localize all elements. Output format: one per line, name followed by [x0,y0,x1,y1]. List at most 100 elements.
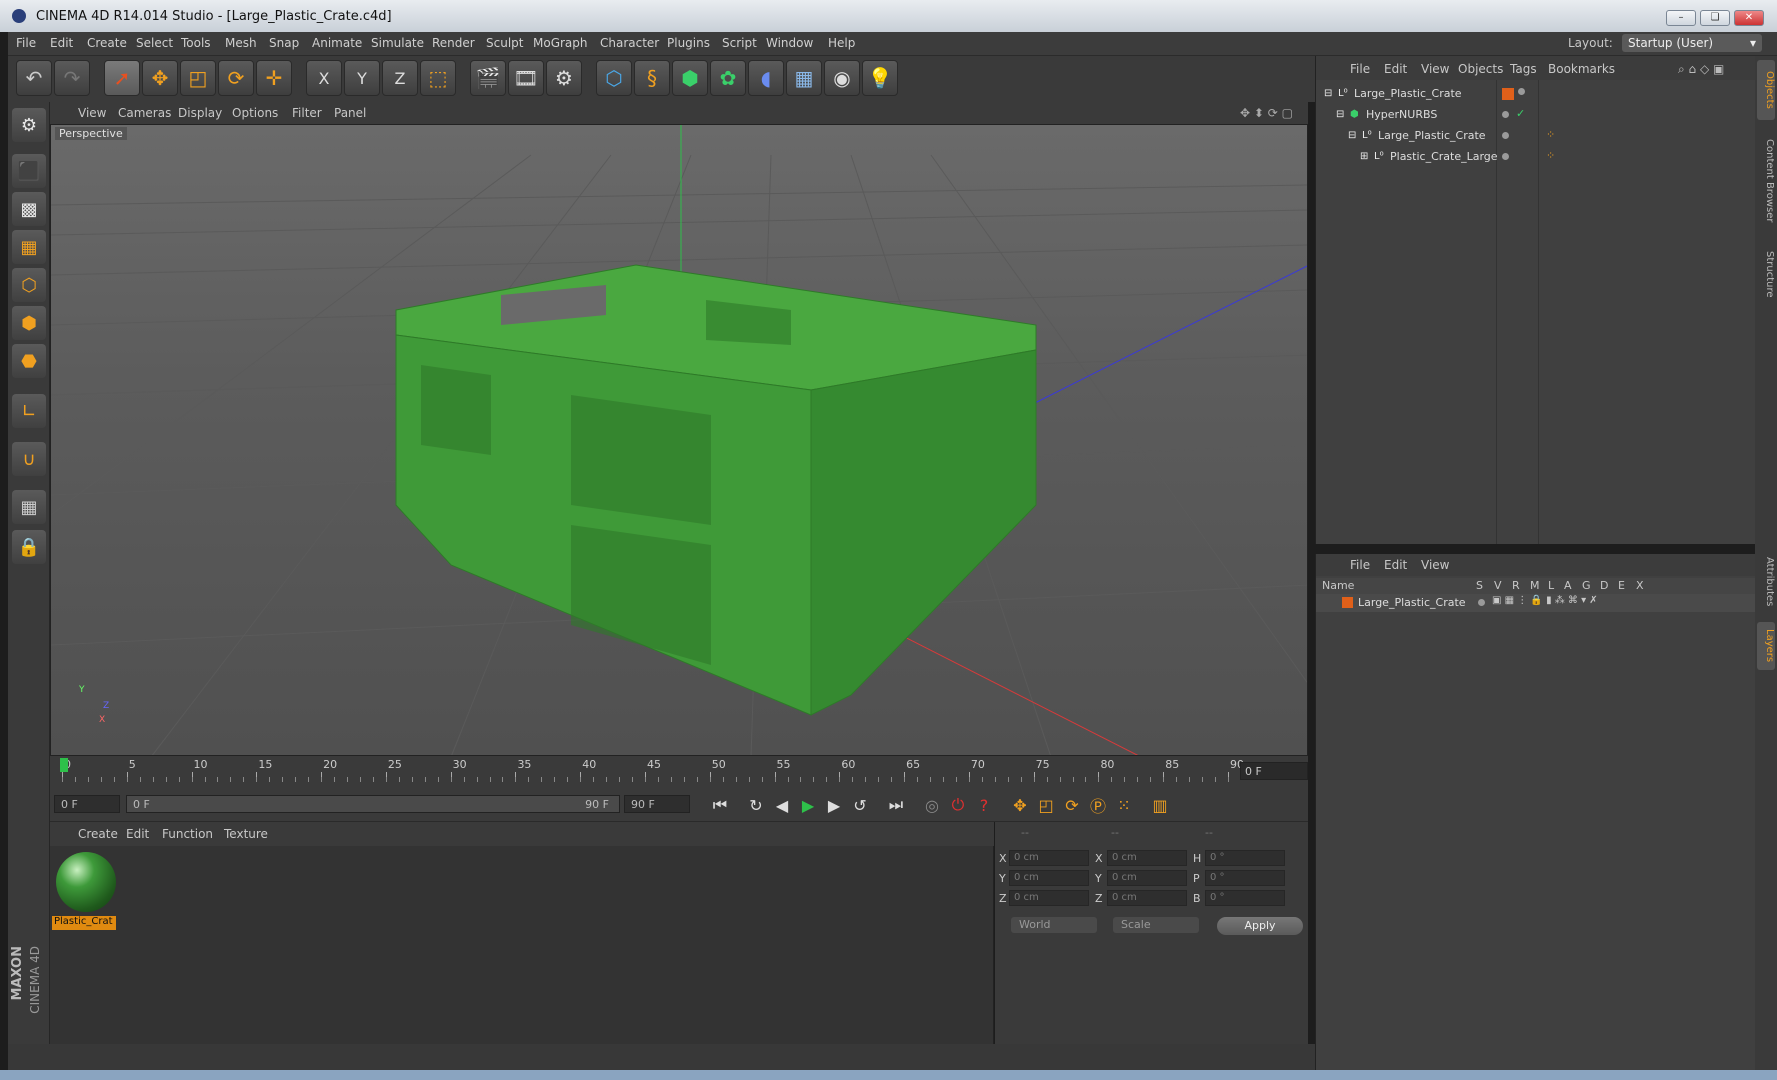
coordinate-mode-dropdown[interactable]: World [1011,917,1097,933]
model-mode-icon[interactable]: ⬛ [12,154,46,188]
menu-select[interactable]: Select [136,36,173,50]
tab-objects[interactable]: Objects [1757,60,1775,120]
column-xref[interactable]: X [1636,579,1644,592]
expand-icon[interactable]: ⊟ [1324,88,1336,100]
menu-animate[interactable]: Animate [312,36,362,50]
menu-edit[interactable]: Edit [50,36,73,50]
go-to-end-icon[interactable]: ⏭ [883,793,909,817]
enabled-check-icon[interactable]: ✓ [1516,107,1525,120]
layer-color-swatch[interactable] [1502,88,1514,100]
rotate-icon[interactable]: ⟳ [218,60,254,96]
menu-plugins[interactable]: Plugins [667,36,710,50]
edges-mode-icon[interactable]: ⬢ [12,306,46,340]
next-key-icon[interactable]: ↺ [847,793,873,817]
array-icon[interactable]: ✿ [710,60,746,96]
objects-menu-edit[interactable]: Edit [1384,62,1407,76]
timeline[interactable]: 051015202530354045505560657075808590 0 F [50,756,1308,786]
render-view-icon[interactable]: 🎬 [470,60,506,96]
viewport-menu-display[interactable]: Display [178,106,222,120]
material-menu-function[interactable]: Function [162,827,213,841]
viewport-nav-icons[interactable]: ✥ ⬍ ⟳ ▢ [1240,106,1293,120]
layer-color-swatch[interactable] [1342,597,1353,608]
frame-range-slider[interactable]: 0 F 90 F [126,795,620,813]
column-name[interactable]: Name [1322,579,1354,592]
previous-key-icon[interactable]: ↻ [743,793,769,817]
play-icon[interactable]: ▶ [795,793,821,817]
deformer-icon[interactable]: ◖ [748,60,784,96]
column-solo[interactable]: S [1476,579,1483,592]
minimize-button[interactable]: – [1666,10,1696,26]
menu-mograph[interactable]: MoGraph [533,36,588,50]
viewport-menu-cameras[interactable]: Cameras [118,106,171,120]
object-row[interactable]: ⊞ L⁰ Plastic_Crate_Large ⁘ [1316,147,1756,167]
objects-menu-objects[interactable]: Objects [1458,62,1503,76]
material-name[interactable]: Plastic_Crat [52,916,116,930]
live-selection-icon[interactable]: ➚ [104,60,140,96]
view-toggle-icon[interactable]: ▣ ▦ ⋮ 🔒 ▮ ⁂ ⌘ ▾ ✗ [1492,595,1598,606]
column-expressions[interactable]: E [1618,579,1625,592]
key-position-icon[interactable]: ✥ [1007,793,1033,817]
expand-icon[interactable]: ⊞ [1360,151,1372,163]
y-axis-icon[interactable]: Y [344,60,380,96]
tab-layers[interactable]: Layers [1757,622,1775,670]
render-picture-viewer-icon[interactable]: 🎞 [508,60,544,96]
layer-name[interactable]: Large_Plastic_Crate [1358,596,1466,609]
layers-menu-file[interactable]: File [1350,558,1370,572]
magnet-icon[interactable]: ∪ [12,442,46,476]
menu-window[interactable]: Window [766,36,813,50]
search-icon[interactable]: ⌕ ⌂ ◇ ▣ [1678,62,1724,77]
material-menu-create[interactable]: Create [78,827,118,841]
menu-create[interactable]: Create [87,36,127,50]
menu-help[interactable]: Help [828,36,855,50]
visibility-dot[interactable] [1502,132,1509,139]
scale-mode-dropdown[interactable]: Scale [1113,917,1199,933]
texture-mode-icon[interactable]: ▩ [12,192,46,226]
next-frame-icon[interactable]: ▶ [821,793,847,817]
tab-content-browser[interactable]: Content Browser [1757,126,1775,236]
snap-icon[interactable]: ▦ [12,490,46,524]
rotation-h-field[interactable]: 0 ° [1205,850,1285,866]
menu-file[interactable]: File [16,36,36,50]
scale-icon[interactable]: ◰ [180,60,216,96]
keyframe-selection-icon[interactable]: ? [971,793,997,817]
position-z-field[interactable]: 0 cm [1009,890,1089,906]
key-scale-icon[interactable]: ◰ [1033,793,1059,817]
menu-character[interactable]: Character [600,36,659,50]
size-x-field[interactable]: 0 cm [1107,850,1187,866]
light-icon[interactable]: 💡 [862,60,898,96]
rotation-b-field[interactable]: 0 ° [1205,890,1285,906]
menu-mesh[interactable]: Mesh [225,36,257,50]
tab-attributes[interactable]: Attributes [1757,550,1775,614]
polygons-mode-icon[interactable]: ⬣ [12,344,46,378]
previous-frame-icon[interactable]: ◀ [769,793,795,817]
nurbs-icon[interactable]: ⬢ [672,60,708,96]
column-deformers[interactable]: D [1600,579,1608,592]
column-generators[interactable]: G [1582,579,1591,592]
make-editable-icon[interactable]: ⚙ [12,108,46,142]
viewport[interactable]: Perspective Y X Z [50,124,1308,756]
layout-dropdown[interactable]: Startup (User) ▾ [1622,34,1762,52]
visibility-dot[interactable] [1502,153,1509,160]
object-row[interactable]: ⊟ ⬢ HyperNURBS ✓ [1316,105,1756,125]
size-y-field[interactable]: 0 cm [1107,870,1187,886]
column-animation[interactable]: A [1564,579,1572,592]
key-pla-icon[interactable]: ⁙ [1111,793,1137,817]
camera-icon[interactable]: ◉ [824,60,860,96]
size-z-field[interactable]: 0 cm [1107,890,1187,906]
position-y-field[interactable]: 0 cm [1009,870,1089,886]
viewport-menu-options[interactable]: Options [232,106,278,120]
object-row[interactable]: ⊟ L⁰ Large_Plastic_Crate ⁘ [1316,126,1756,146]
points-mode-icon[interactable]: ⬡ [12,268,46,302]
autokey-icon[interactable]: ⏻ [945,793,971,817]
objects-menu-tags[interactable]: Tags [1510,62,1537,76]
viewport-menu-filter[interactable]: Filter [292,106,322,120]
visibility-dot[interactable] [1518,88,1525,95]
objects-menu-file[interactable]: File [1350,62,1370,76]
position-x-field[interactable]: 0 cm [1009,850,1089,866]
current-frame-field[interactable]: 0 F [1240,762,1308,780]
spline-icon[interactable]: § [634,60,670,96]
record-keys-icon[interactable]: ◎ [919,793,945,817]
key-parameter-icon[interactable]: Ⓟ [1085,793,1111,817]
visibility-dot[interactable] [1502,111,1509,118]
tag-icon[interactable]: ⁘ [1546,149,1555,162]
